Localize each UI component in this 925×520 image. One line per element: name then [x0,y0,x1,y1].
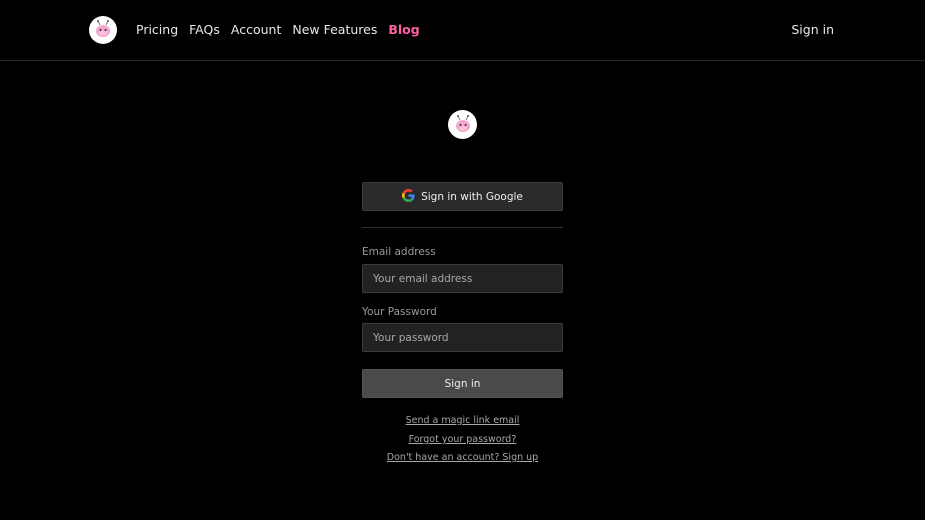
forgot-password-link[interactable]: Forgot your password? [362,434,563,446]
nav-link-new-features[interactable]: New Features [292,22,377,38]
robot-mascot-icon [448,110,477,139]
robot-mascot-icon[interactable] [89,16,117,44]
divider [362,227,563,228]
google-button-label: Sign in with Google [421,190,523,203]
password-label: Your Password [362,306,437,318]
email-input[interactable] [362,264,563,293]
nav-link-blog[interactable]: Blog [388,22,419,38]
email-label: Email address [362,246,436,258]
sign-in-button[interactable]: Sign in [362,369,563,398]
nav-link-faqs[interactable]: FAQs [189,22,220,38]
password-input[interactable] [362,323,563,352]
nav-sign-in-link[interactable]: Sign in [791,22,834,38]
nav-link-account[interactable]: Account [231,22,281,38]
sign-up-link[interactable]: Don't have an account? Sign up [362,452,563,464]
magic-link-email-link[interactable]: Send a magic link email [362,415,563,427]
google-icon [402,188,415,205]
nav-link-pricing[interactable]: Pricing [136,22,178,38]
nav-links: Pricing FAQs Account New Features Blog [136,22,420,38]
top-navbar: Pricing FAQs Account New Features Blog S… [0,0,925,61]
sign-in-with-google-button[interactable]: Sign in with Google [362,182,563,211]
